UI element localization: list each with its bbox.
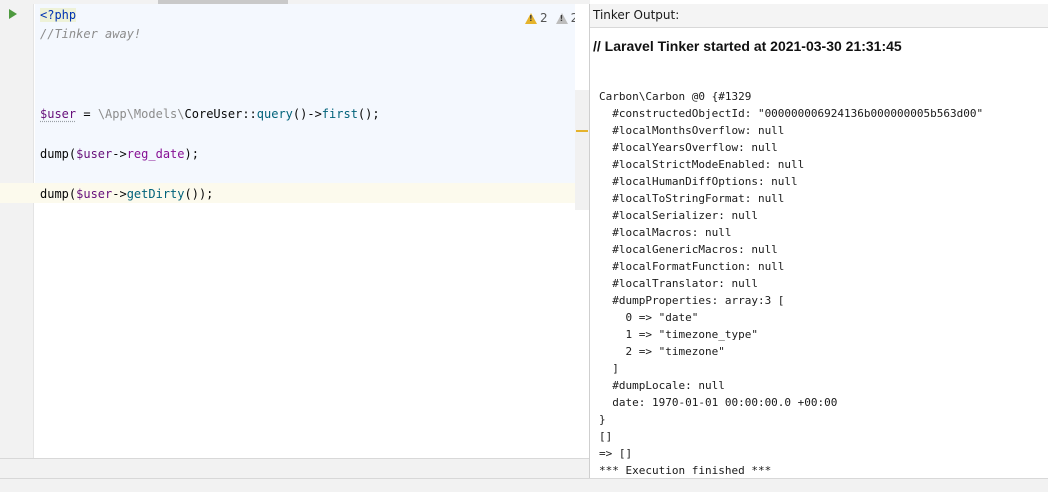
output-line: #localHumanDiffOptions: null [599, 175, 798, 188]
code-token: ()); [184, 187, 214, 201]
output-line: #localMacros: null [599, 226, 732, 239]
output-line: } [599, 413, 606, 426]
output-line: #localMonthsOverflow: null [599, 124, 785, 137]
output-line: ] [599, 362, 619, 375]
weak-warning-icon [555, 12, 568, 24]
code-token: dump( [40, 187, 77, 201]
output-line: #localStrictModeEnabled: null [599, 158, 805, 171]
editor-breadcrumb-bar [0, 459, 589, 478]
output-header: Tinker Output: [590, 4, 1048, 28]
output-line: [] [599, 430, 613, 443]
code-token: -> [112, 187, 127, 201]
output-line: #localTranslator: null [599, 277, 758, 290]
output-line: #dumpLocale: null [599, 379, 725, 392]
output-line: date: 1970-01-01 00:00:00.0 +00:00 [599, 396, 838, 409]
run-icon[interactable] [9, 9, 17, 19]
output-line: *** Execution finished *** [599, 464, 772, 477]
output-title: Tinker Output: [593, 8, 680, 22]
output-line: #localGenericMacros: null [599, 243, 778, 256]
dump-output: Carbon\Carbon @0 {#1329 #constructedObje… [599, 88, 983, 479]
output-line: #constructedObjectId: "000000006924136b0… [599, 107, 984, 120]
code-line[interactable]: $user = \App\Models\CoreUser::query()->f… [40, 105, 380, 123]
warning-count: 2 [540, 11, 548, 25]
code-token: $user [76, 147, 113, 161]
code-line[interactable]: dump($user->getDirty()); [40, 185, 213, 203]
output-body[interactable]: // Laravel Tinker started at 2021-03-30 … [590, 29, 1048, 478]
code-token: query [256, 107, 293, 121]
code-token: dump( [40, 147, 77, 161]
warning-icon [525, 12, 537, 24]
output-line: Carbon\Carbon @0 {#1329 [599, 90, 752, 103]
code-token: -> [112, 147, 127, 161]
output-line: 1 => "timezone_type" [599, 328, 758, 341]
tinker-banner: // Laravel Tinker started at 2021-03-30 … [593, 38, 902, 54]
code-token: = [76, 107, 98, 121]
editor-gutter [0, 4, 34, 458]
warning-marker[interactable] [576, 130, 588, 132]
code-token: \App\Models\ [97, 107, 185, 121]
output-line: #dumpProperties: array:3 [ [599, 294, 785, 307]
code-token: $user [76, 187, 113, 201]
output-line: #localSerializer: null [599, 209, 758, 222]
code-area[interactable]: <?php //Tinker away! $user = \App\Models… [0, 4, 620, 458]
status-bar [0, 478, 1048, 492]
code-token: :: [242, 107, 257, 121]
code-token: //Tinker away! [40, 27, 142, 41]
code-token: <?php [40, 8, 77, 22]
code-token: $user [40, 107, 77, 121]
code-token: getDirty [126, 187, 185, 201]
output-line: 2 => "timezone" [599, 345, 725, 358]
code-token: ()-> [292, 107, 322, 121]
output-line: #localYearsOverflow: null [599, 141, 778, 154]
output-line: => [] [599, 447, 633, 460]
error-stripe[interactable] [575, 4, 589, 458]
code-editor[interactable]: <?php //Tinker away! $user = \App\Models… [0, 4, 620, 458]
code-token: CoreUser [184, 107, 243, 121]
code-line[interactable]: //Tinker away! [40, 25, 141, 43]
output-line: #localToStringFormat: null [599, 192, 785, 205]
code-token: reg_date [126, 147, 185, 161]
output-line: 0 => "date" [599, 311, 699, 324]
tinker-output-panel: Tinker Output: // Laravel Tinker started… [590, 4, 1048, 478]
code-line[interactable]: dump($user->reg_date); [40, 145, 199, 163]
scroll-thumb[interactable] [575, 90, 589, 210]
code-token: first [321, 107, 358, 121]
code-token: (); [357, 107, 380, 121]
code-line[interactable]: <?php [40, 6, 77, 24]
output-line: #localFormatFunction: null [599, 260, 785, 273]
code-token: ); [184, 147, 199, 161]
